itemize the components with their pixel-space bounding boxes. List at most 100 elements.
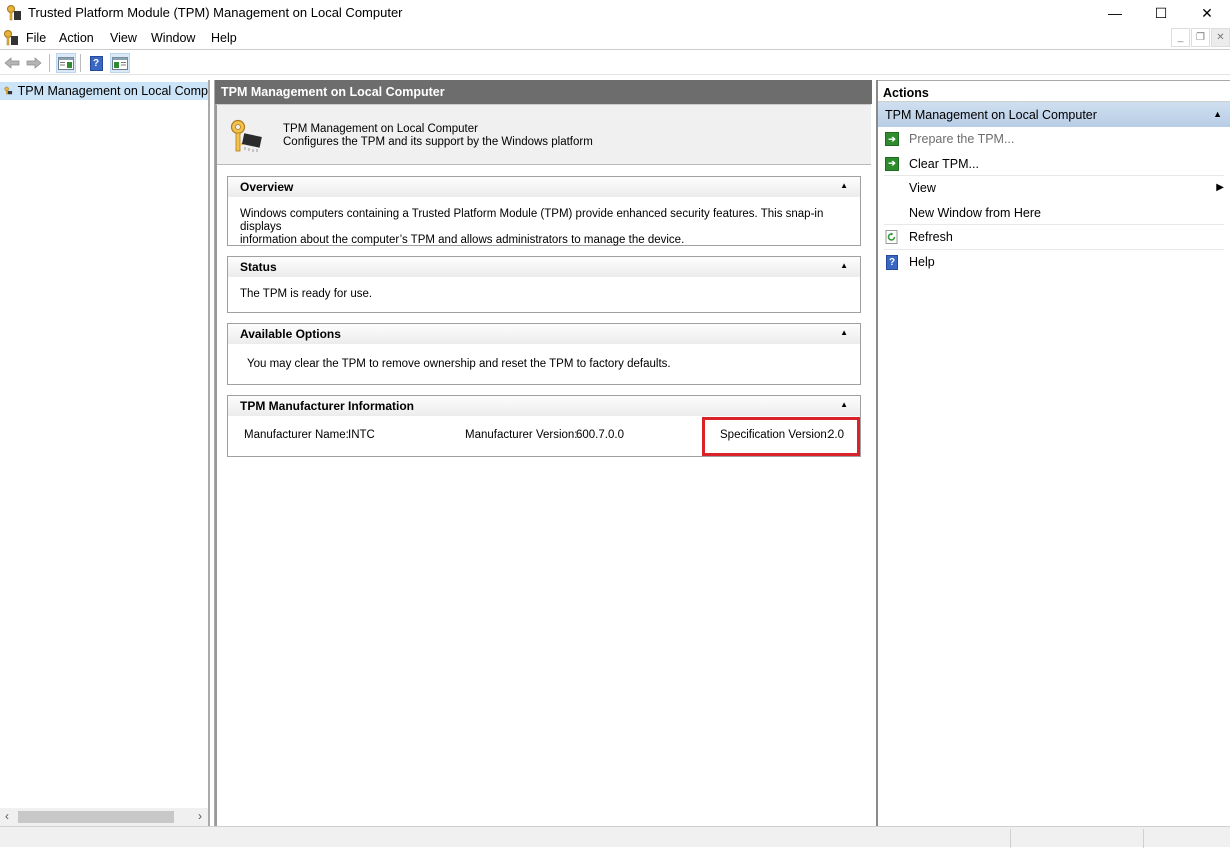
mdi-window-controls: _ ❐ ✕ xyxy=(1170,28,1230,47)
available-options-text: You may clear the TPM to remove ownershi… xyxy=(247,358,671,370)
menu-bar: File Action View Window Help xyxy=(0,26,1230,50)
back-icon xyxy=(4,57,20,69)
banner-title: TPM Management on Local Computer xyxy=(283,123,478,135)
status-section: Status ▲ The TPM is ready for use. xyxy=(227,256,861,313)
section-title: Overview xyxy=(240,180,294,194)
actions-group-label: TPM Management on Local Computer xyxy=(885,108,1097,122)
toolbar: ? xyxy=(0,51,1230,75)
menu-window[interactable]: Window xyxy=(151,31,195,45)
action-view[interactable]: View ▶ xyxy=(878,176,1230,201)
show-hide-action-pane-icon xyxy=(112,56,128,70)
section-title: TPM Manufacturer Information xyxy=(240,399,415,413)
overview-line: Windows computers containing a Trusted P… xyxy=(240,208,824,233)
action-clear-tpm[interactable]: ➔ Clear TPM... xyxy=(884,152,1224,176)
action-new-window[interactable]: New Window from Here xyxy=(884,201,1224,225)
manufacturer-version-value: 600.7.0.0 xyxy=(576,429,624,441)
actions-pane: Actions TPM Management on Local Computer… xyxy=(876,80,1230,826)
snapin-banner: TPM Management on Local Computer Configu… xyxy=(217,105,871,165)
toolbar-separator xyxy=(49,54,50,72)
menu-file[interactable]: File xyxy=(26,31,46,45)
menu-view[interactable]: View xyxy=(110,31,137,45)
manufacturer-name-label: Manufacturer Name: xyxy=(244,429,349,441)
status-bar-divider xyxy=(1143,829,1144,848)
maximize-icon: ☐ xyxy=(1154,4,1168,21)
mdi-close-button[interactable]: ✕ xyxy=(1211,28,1230,47)
forward-icon xyxy=(26,57,42,69)
minimize-icon: — xyxy=(1108,5,1122,21)
close-icon: ✕ xyxy=(1201,4,1213,21)
available-options-header[interactable]: Available Options ▲ xyxy=(228,324,860,344)
tpm-key-icon xyxy=(7,5,21,21)
back-button[interactable] xyxy=(2,53,22,73)
tree-item-label: TPM Management on Local Comp xyxy=(17,84,208,98)
action-label: View xyxy=(909,181,936,195)
tpm-key-icon xyxy=(4,86,13,95)
console-tree: TPM Management on Local Comp ‹ › xyxy=(0,80,210,826)
results-pane-header: TPM Management on Local Computer xyxy=(215,80,872,104)
submenu-arrow-icon: ▶ xyxy=(1216,182,1224,193)
close-button[interactable]: ✕ xyxy=(1184,0,1230,26)
status-text: The TPM is ready for use. xyxy=(240,288,373,300)
mdi-restore-button[interactable]: ❐ xyxy=(1191,28,1210,47)
action-label: Help xyxy=(909,254,935,269)
close-icon: ✕ xyxy=(1216,32,1225,43)
help-icon: ? xyxy=(886,254,898,270)
manufacturer-version-label: Manufacturer Version: xyxy=(465,429,578,441)
action-refresh[interactable]: Refresh xyxy=(884,225,1224,250)
help-icon: ? xyxy=(89,55,103,71)
action-prepare-tpm[interactable]: ➔ Prepare the TPM... xyxy=(878,127,1230,152)
status-bar xyxy=(0,826,1230,848)
mdi-minimize-button[interactable]: _ xyxy=(1171,28,1190,47)
actions-group-header[interactable]: TPM Management on Local Computer ▲ xyxy=(878,102,1230,127)
manufacturer-section: TPM Manufacturer Information ▲ Manufactu… xyxy=(227,395,861,457)
results-pane: TPM Management on Local Computer TPM Man… xyxy=(214,80,872,826)
collapse-icon[interactable]: ▲ xyxy=(1213,109,1222,119)
specification-version-highlight xyxy=(702,417,860,456)
help-button[interactable]: ? xyxy=(86,53,106,73)
minimize-button[interactable]: — xyxy=(1092,0,1138,26)
scrollbar-thumb[interactable] xyxy=(18,811,174,823)
status-header[interactable]: Status ▲ xyxy=(228,257,860,277)
actions-title: Actions xyxy=(878,80,1230,102)
collapse-icon[interactable]: ▲ xyxy=(840,261,848,270)
toolbar-separator xyxy=(80,54,81,72)
show-hide-action-pane-button[interactable] xyxy=(110,53,130,73)
tree-item-tpm-management[interactable]: TPM Management on Local Comp xyxy=(0,82,208,100)
maximize-button[interactable]: ☐ xyxy=(1138,0,1184,26)
section-title: Status xyxy=(240,260,277,274)
collapse-icon[interactable]: ▲ xyxy=(840,181,848,190)
collapse-icon[interactable]: ▲ xyxy=(840,328,848,337)
overview-line: information about the computer’s TPM and… xyxy=(240,234,685,246)
manufacturer-name-value: INTC xyxy=(348,429,375,441)
action-label: Refresh xyxy=(909,230,953,244)
green-arrow-icon: ➔ xyxy=(885,156,899,171)
action-label: Prepare the TPM... xyxy=(909,132,1015,146)
show-hide-console-tree-button[interactable] xyxy=(56,53,76,73)
restore-icon: ❐ xyxy=(1196,32,1205,43)
window-title: Trusted Platform Module (TPM) Management… xyxy=(28,5,403,20)
section-title: Available Options xyxy=(240,327,341,341)
green-arrow-icon: ➔ xyxy=(885,132,899,146)
menu-action[interactable]: Action xyxy=(59,31,94,45)
scroll-right-icon[interactable]: › xyxy=(198,809,202,823)
menu-help[interactable]: Help xyxy=(211,31,237,45)
manufacturer-info-row: Manufacturer Name: INTC Manufacturer Ver… xyxy=(228,416,860,456)
action-help[interactable]: ? Help xyxy=(878,250,1230,275)
refresh-icon xyxy=(885,230,898,244)
status-bar-divider xyxy=(1010,829,1011,848)
collapse-icon[interactable]: ▲ xyxy=(840,400,848,409)
forward-button[interactable] xyxy=(24,53,44,73)
title-bar: Trusted Platform Module (TPM) Management… xyxy=(0,0,1230,26)
banner-subtitle: Configures the TPM and its support by th… xyxy=(283,136,593,148)
console-icon[interactable] xyxy=(3,30,19,46)
action-label: New Window from Here xyxy=(909,205,1041,220)
horizontal-scrollbar[interactable]: ‹ › xyxy=(0,808,208,826)
show-hide-console-tree-icon xyxy=(58,56,74,70)
results-pane-body: TPM Management on Local Computer Configu… xyxy=(215,104,871,826)
scroll-left-icon[interactable]: ‹ xyxy=(5,809,9,823)
manufacturer-header[interactable]: TPM Manufacturer Information ▲ xyxy=(228,396,860,416)
available-options-section: Available Options ▲ You may clear the TP… xyxy=(227,323,861,385)
overview-section: Overview ▲ Windows computers containing … xyxy=(227,176,861,246)
overview-text: Windows computers containing a Trusted P… xyxy=(228,197,860,258)
overview-header[interactable]: Overview ▲ xyxy=(228,177,860,197)
